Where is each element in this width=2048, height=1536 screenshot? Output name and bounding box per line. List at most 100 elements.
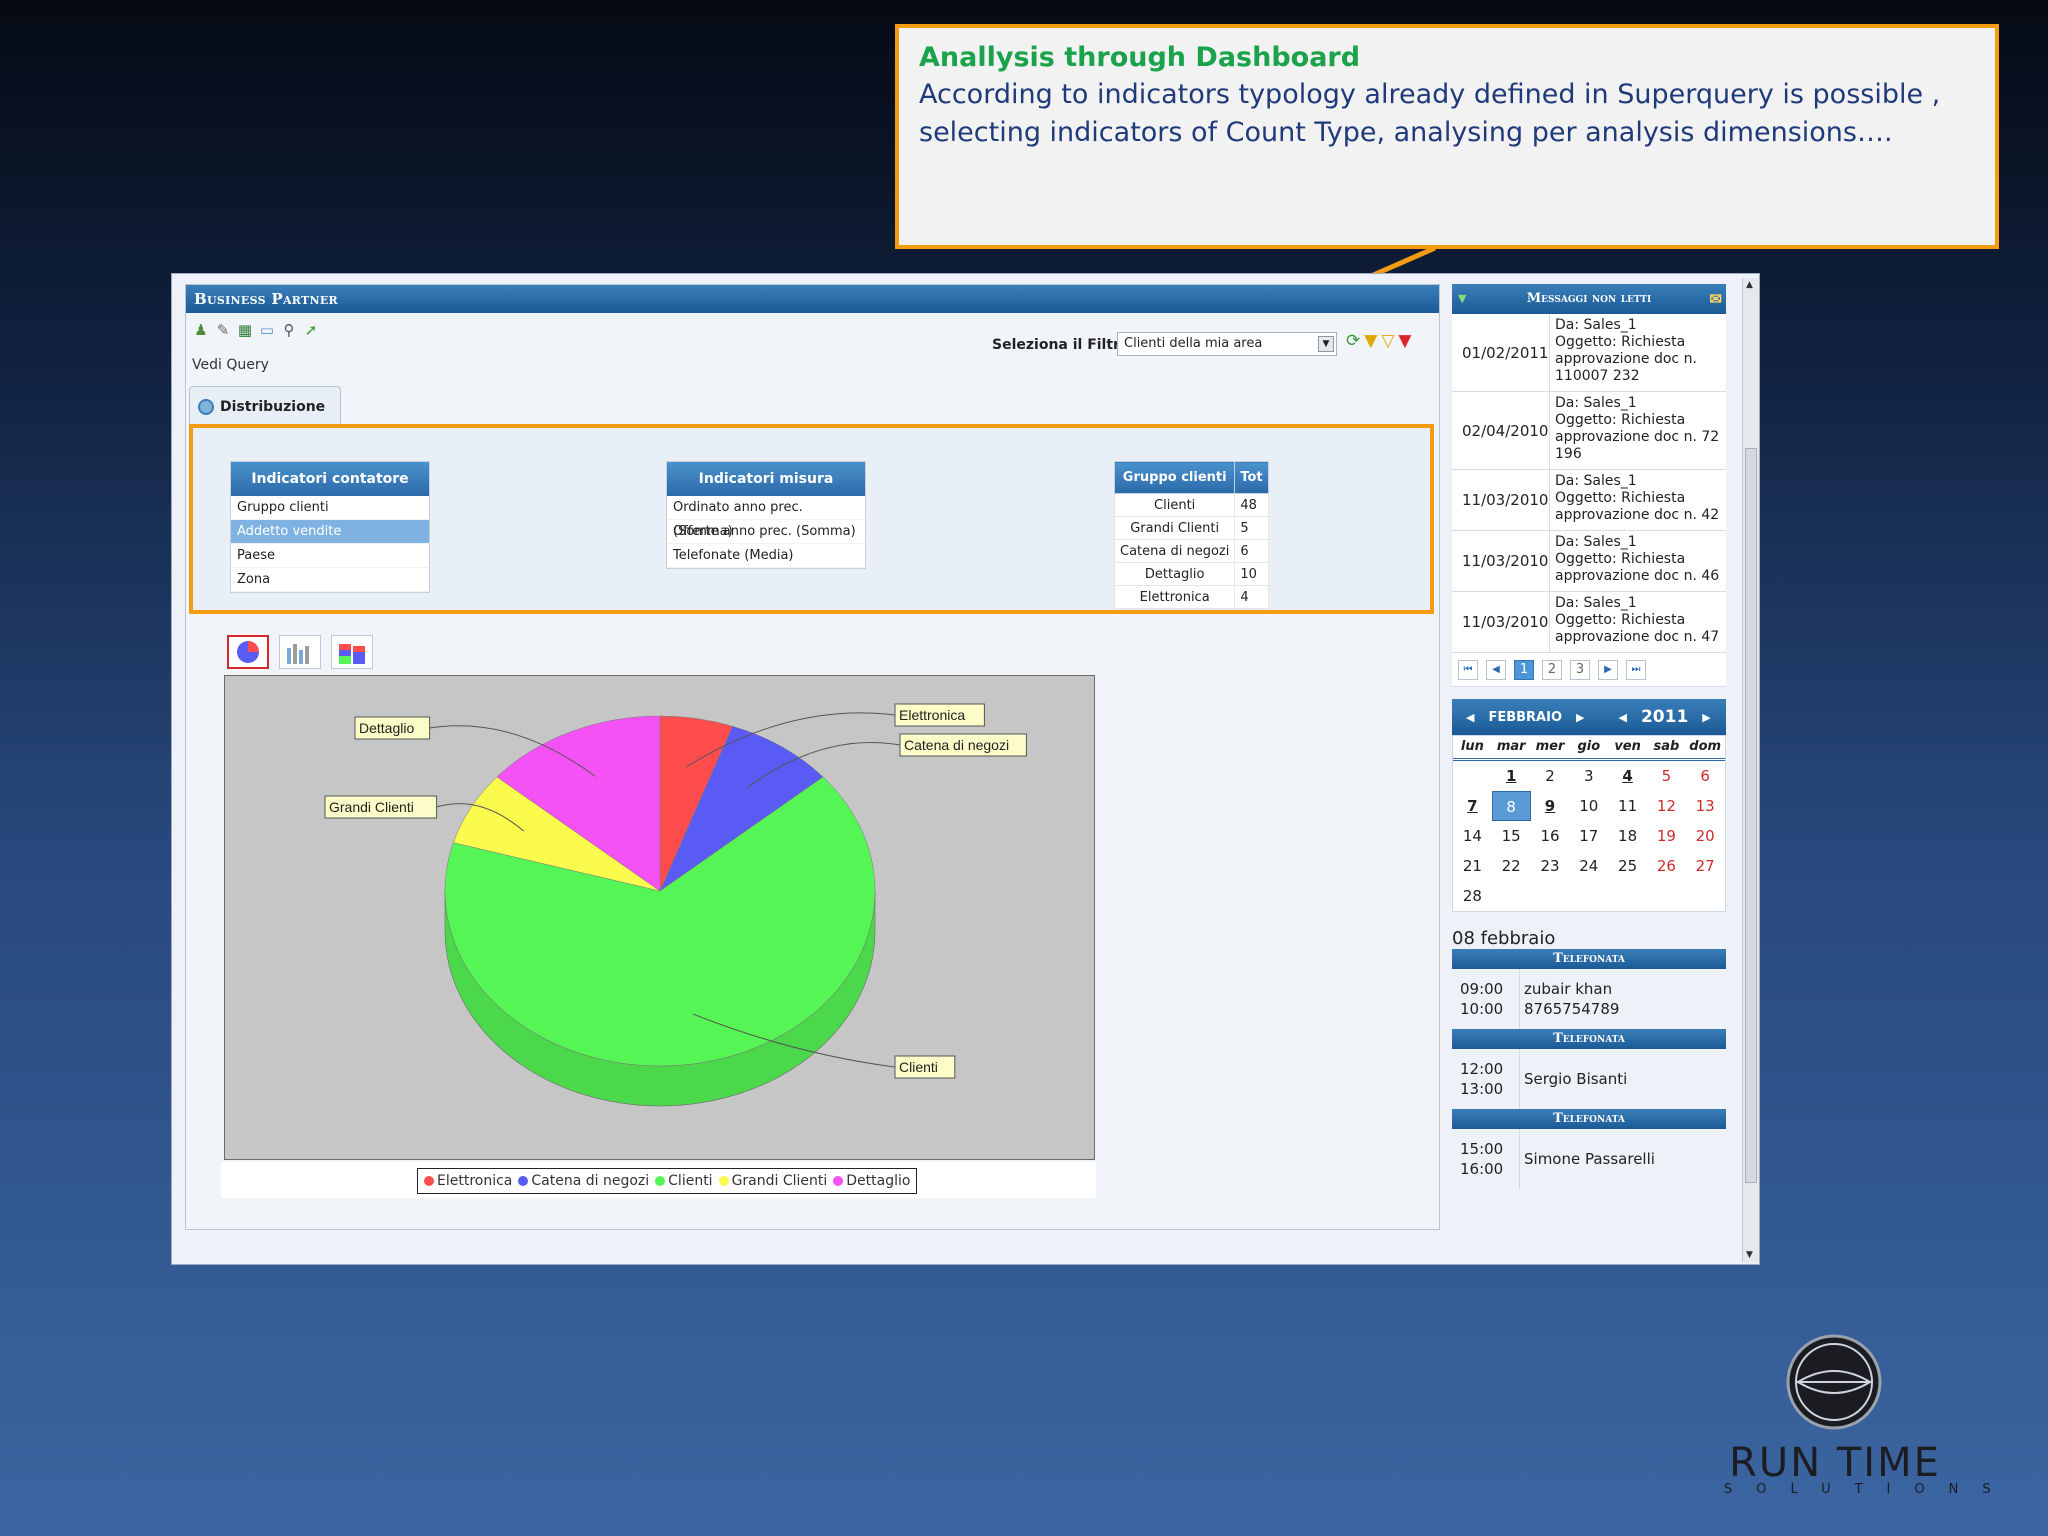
list-item[interactable]: Ordinato anno prec. (Somma) xyxy=(667,496,865,539)
calendar-day[interactable]: 24 xyxy=(1569,851,1608,881)
search-icon[interactable]: ⚲ xyxy=(280,321,298,339)
calendar-day[interactable]: 10 xyxy=(1569,791,1608,821)
calendar-day[interactable]: 19 xyxy=(1647,821,1686,851)
stacked-chart-icon[interactable] xyxy=(331,635,373,669)
filter-icon[interactable]: ▼ xyxy=(1364,331,1377,351)
prev-month-icon[interactable]: ◀ xyxy=(1466,711,1474,724)
list-item[interactable]: Gruppo clienti xyxy=(231,496,429,520)
scroll-up-icon[interactable]: ▲ xyxy=(1746,280,1753,290)
export-icon[interactable]: ➚ xyxy=(302,321,320,339)
filter-add-icon[interactable]: ▽ xyxy=(1381,331,1394,351)
agenda-event[interactable]: 09:00 10:00 zubair khan 8765754789 xyxy=(1452,969,1726,1029)
message-date: 11/03/2010 xyxy=(1452,531,1550,591)
analysis-highlight-box: Indicatori contatore Gruppo clienti Adde… xyxy=(189,424,1434,614)
filter-remove-icon[interactable]: ▼ xyxy=(1398,331,1411,351)
table-row[interactable]: Catena di negozi 6 xyxy=(1113,539,1269,563)
agenda-end: 13:00 xyxy=(1460,1080,1504,1098)
prev-year-icon[interactable]: ◀ xyxy=(1618,711,1626,724)
card-icon[interactable]: ▭ xyxy=(258,321,276,339)
legend-item: Clienti xyxy=(655,1173,713,1189)
calendar-day[interactable]: 16 xyxy=(1531,821,1570,851)
calendar-day[interactable]: 12 xyxy=(1647,791,1686,821)
calendar-day[interactable]: 5 xyxy=(1647,761,1686,791)
message-row[interactable]: 11/03/2010 Da: Sales_1 Oggetto: Richiesta… xyxy=(1452,470,1726,531)
refresh-icon[interactable]: ⟳ xyxy=(1346,331,1360,351)
calendar-day[interactable]: 6 xyxy=(1686,761,1725,791)
page-button[interactable]: 2 xyxy=(1542,659,1562,680)
calendar-day[interactable]: 28 xyxy=(1453,881,1492,911)
agenda-end: 10:00 xyxy=(1460,1000,1504,1018)
table-cell: Elettronica xyxy=(1113,585,1236,609)
table-row[interactable]: Elettronica 4 xyxy=(1113,585,1269,609)
scroll-down-icon[interactable]: ▼ xyxy=(1746,1250,1753,1260)
mail-icon[interactable]: ✉ xyxy=(1709,284,1722,314)
calendar-day[interactable]: 8 xyxy=(1491,791,1531,821)
next-year-icon[interactable]: ▶ xyxy=(1702,711,1710,724)
message-subject: Oggetto: Richiesta approvazione doc n. 1… xyxy=(1555,334,1697,384)
message-text: Da: Sales_1 Oggetto: Richiesta approvazio… xyxy=(1550,314,1726,391)
calendar-day[interactable]: 13 xyxy=(1686,791,1725,821)
page-button[interactable]: 3 xyxy=(1570,659,1590,680)
calendar-day[interactable]: 17 xyxy=(1569,821,1608,851)
table-row[interactable]: Grandi Clienti 5 xyxy=(1113,516,1269,540)
calendar-day[interactable]: 18 xyxy=(1608,821,1647,851)
last-page-icon[interactable]: ⏭ xyxy=(1626,659,1646,680)
calendar-day[interactable]: 21 xyxy=(1453,851,1492,881)
app-window: Business Partner ♟ ✎ ▦ ▭ ⚲ ➚ Vedi Query … xyxy=(171,273,1760,1265)
table-cell: 10 xyxy=(1234,562,1269,586)
calendar-day[interactable]: 26 xyxy=(1647,851,1686,881)
calendar-day[interactable]: 7 xyxy=(1453,791,1492,821)
scrollbar-thumb[interactable] xyxy=(1745,448,1757,1183)
calendar-day[interactable]: 15 xyxy=(1492,821,1531,851)
message-row[interactable]: 11/03/2010 Da: Sales_1 Oggetto: Richiesta… xyxy=(1452,531,1726,592)
next-month-icon[interactable]: ▶ xyxy=(1576,711,1584,724)
message-row[interactable]: 02/04/2010 Da: Sales_1 Oggetto: Richiesta… xyxy=(1452,392,1726,470)
list-item[interactable]: Offerte anno prec. (Somma) xyxy=(667,520,865,544)
page-button[interactable]: 1 xyxy=(1514,659,1534,680)
message-row[interactable]: 11/03/2010 Da: Sales_1 Oggetto: Richiesta… xyxy=(1452,592,1726,653)
prev-page-icon[interactable]: ◀ xyxy=(1486,659,1506,680)
first-page-icon[interactable]: ⏮ xyxy=(1458,659,1478,680)
calendar-day[interactable]: 3 xyxy=(1569,761,1608,791)
agenda-contact: Simone Passarelli xyxy=(1524,1150,1655,1168)
calendar-day[interactable]: 20 xyxy=(1686,821,1725,851)
excel-icon[interactable]: ▦ xyxy=(236,321,254,339)
calendar-day[interactable]: 1 xyxy=(1492,761,1531,791)
list-item[interactable]: Addetto vendite xyxy=(231,520,429,544)
vedi-query-label[interactable]: Vedi Query xyxy=(192,357,269,373)
messages-header: ▼ Messaggi non letti ✉ xyxy=(1452,284,1726,314)
calendar-day[interactable]: 27 xyxy=(1686,851,1725,881)
filter-select[interactable]: Clienti della mia area ▼ xyxy=(1117,332,1337,356)
agenda-desc: Simone Passarelli xyxy=(1520,1129,1655,1189)
list-item[interactable]: Telefonate (Media) xyxy=(667,544,865,568)
calendar-day[interactable]: 9 xyxy=(1531,791,1570,821)
calendar-day[interactable]: 2 xyxy=(1531,761,1570,791)
next-page-icon[interactable]: ▶ xyxy=(1598,659,1618,680)
table-cell: 5 xyxy=(1234,516,1269,540)
bar-chart-icon[interactable] xyxy=(279,635,321,669)
pie-chart-icon[interactable] xyxy=(227,635,269,669)
edit-icon[interactable]: ✎ xyxy=(214,321,232,339)
toolbar: ♟ ✎ ▦ ▭ ⚲ ➚ xyxy=(192,321,320,339)
message-row[interactable]: 01/02/2011 Da: Sales_1 Oggetto: Richiesta… xyxy=(1452,314,1726,392)
agenda-start: 15:00 xyxy=(1460,1140,1504,1158)
list-item[interactable]: Paese xyxy=(231,544,429,568)
chevron-down-icon[interactable]: ▼ xyxy=(1318,336,1334,352)
table-row[interactable]: Clienti 48 xyxy=(1113,493,1269,517)
tab-distribuzione[interactable]: Distribuzione xyxy=(189,386,341,424)
message-from: Da: Sales_1 xyxy=(1555,534,1637,550)
logo-emblem-icon xyxy=(1786,1334,1882,1430)
calendar-day[interactable]: 11 xyxy=(1608,791,1647,821)
calendar-day[interactable]: 14 xyxy=(1453,821,1492,851)
user-icon[interactable]: ♟ xyxy=(192,321,210,339)
vertical-scrollbar[interactable]: ▲ ▼ xyxy=(1742,278,1759,1262)
agenda-event[interactable]: 12:00 13:00 Sergio Bisanti xyxy=(1452,1049,1726,1109)
list-item[interactable]: Zona xyxy=(231,568,429,592)
table-row[interactable]: Dettaglio 10 xyxy=(1113,562,1269,586)
collapse-icon[interactable]: ▼ xyxy=(1458,284,1466,314)
calendar-day[interactable]: 25 xyxy=(1608,851,1647,881)
calendar-day[interactable]: 22 xyxy=(1492,851,1531,881)
agenda-event[interactable]: 15:00 16:00 Simone Passarelli xyxy=(1452,1129,1726,1189)
calendar-day[interactable]: 23 xyxy=(1531,851,1570,881)
calendar-day[interactable]: 4 xyxy=(1608,761,1647,791)
